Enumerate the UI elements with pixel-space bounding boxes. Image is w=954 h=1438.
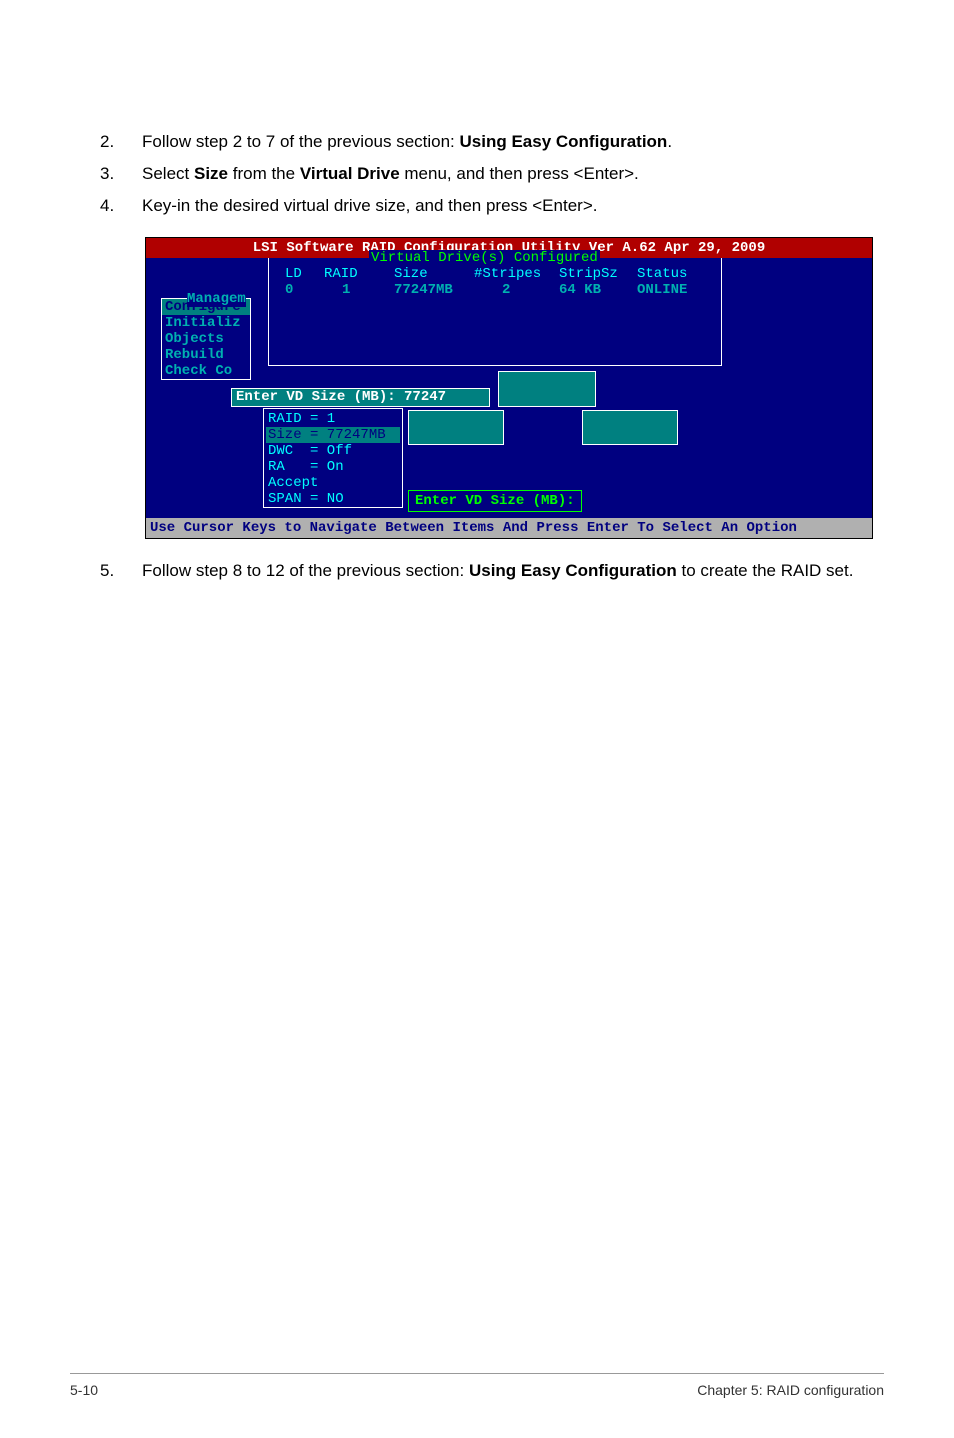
col-stripes: #Stripes [474,266,559,282]
val-stripsz: 64 KB [559,282,637,298]
step-text: Select Size from the Virtual Drive menu,… [142,162,884,186]
step-num: 3. [100,162,142,186]
step-list: 2. Follow step 2 to 7 of the previous se… [100,130,884,217]
config-ra[interactable]: RA = On [264,459,402,475]
utility-body: Virtual Drive(s) Configured LD RAID Size… [146,258,872,518]
step-num: 4. [100,194,142,218]
teal-overlay [408,410,504,445]
menu-item-objects[interactable]: Objects [162,331,250,347]
col-raid: RAID [324,266,394,282]
col-stripsz: StripSz [559,266,637,282]
raid-utility-screenshot: LSI Software RAID Configuration Utility … [145,237,873,539]
vd-box-title: Virtual Drive(s) Configured [369,250,600,266]
management-title: Managem [187,291,246,307]
step-num: 2. [100,130,142,154]
step-list-2: 5. Follow step 8 to 12 of the previous s… [100,559,884,583]
config-dwc[interactable]: DWC = Off [264,443,402,459]
step-3: 3. Select Size from the Virtual Drive me… [100,162,884,186]
teal-overlay [498,371,596,407]
menu-item-initialize[interactable]: Initializ [162,315,250,331]
val-size: 77247MB [394,282,474,298]
config-raid[interactable]: RAID = 1 [264,411,402,427]
utility-help-bar: Use Cursor Keys to Navigate Between Item… [146,518,872,538]
step-4: 4. Key-in the desired virtual drive size… [100,194,884,218]
col-ld: LD [269,266,324,282]
vd-configured-box: Virtual Drive(s) Configured LD RAID Size… [268,258,722,366]
page-number: 5-10 [70,1382,98,1398]
teal-overlay [582,410,678,445]
step-num: 5. [100,559,142,583]
enter-vd-size-prompt: Enter VD Size (MB): [408,490,582,512]
management-menu: Managem Configure Initializ Objects Rebu… [161,298,251,380]
config-span[interactable]: SPAN = NO [264,491,402,507]
page-footer: 5-10 Chapter 5: RAID configuration [70,1373,884,1398]
step-text: Key-in the desired virtual drive size, a… [142,194,884,218]
step-text: Follow step 8 to 12 of the previous sect… [142,559,884,583]
config-size[interactable]: Size = 77247MB [266,427,400,443]
step-5: 5. Follow step 8 to 12 of the previous s… [100,559,884,583]
config-accept[interactable]: Accept [264,475,402,491]
val-stripes: 2 [474,282,559,298]
val-ld: 0 [269,282,324,298]
vd-config-box: RAID = 1 Size = 77247MB DWC = Off RA = O… [263,408,403,508]
step-2: 2. Follow step 2 to 7 of the previous se… [100,130,884,154]
vd-data-row: 0 1 77247MB 2 64 KB ONLINE [269,282,721,298]
col-status: Status [637,266,687,282]
menu-item-rebuild[interactable]: Rebuild [162,347,250,363]
col-size: Size [394,266,474,282]
vd-headers: LD RAID Size #Stripes StripSz Status [269,266,721,282]
enter-vd-size-input[interactable]: Enter VD Size (MB): 77247 [231,388,490,407]
menu-item-check[interactable]: Check Co [162,363,250,379]
step-text: Follow step 2 to 7 of the previous secti… [142,130,884,154]
val-status: ONLINE [637,282,687,298]
chapter-label: Chapter 5: RAID configuration [697,1382,884,1398]
val-raid: 1 [324,282,394,298]
